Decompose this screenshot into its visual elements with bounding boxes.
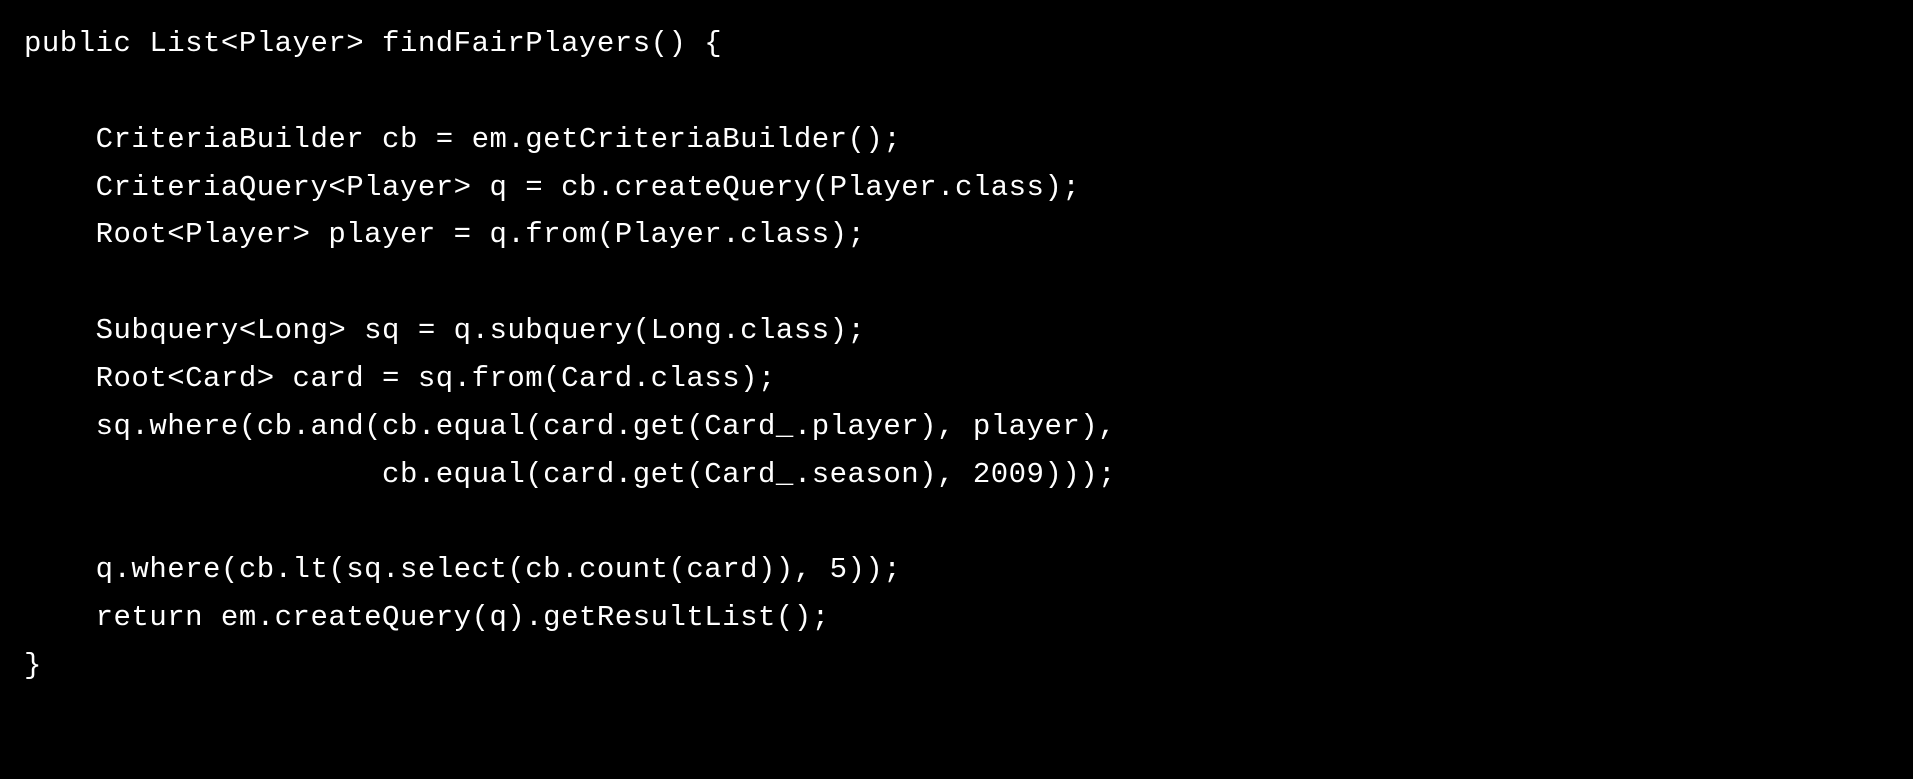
code-line: q.where(cb.lt(sq.select(cb.count(card)),… [24,553,901,586]
code-line: CriteriaQuery<Player> q = cb.createQuery… [24,171,1080,204]
code-line: return em.createQuery(q).getResultList()… [24,601,830,634]
code-line: Root<Card> card = sq.from(Card.class); [24,362,776,395]
code-line: sq.where(cb.and(cb.equal(card.get(Card_.… [24,410,1116,443]
code-line: CriteriaBuilder cb = em.getCriteriaBuild… [24,123,901,156]
code-line: } [24,649,42,682]
code-line: cb.equal(card.get(Card_.season), 2009)))… [24,458,1116,491]
code-block: public List<Player> findFairPlayers() { … [0,0,1913,710]
code-line: Root<Player> player = q.from(Player.clas… [24,218,865,251]
code-line: public List<Player> findFairPlayers() { [24,27,722,60]
code-line: Subquery<Long> sq = q.subquery(Long.clas… [24,314,865,347]
